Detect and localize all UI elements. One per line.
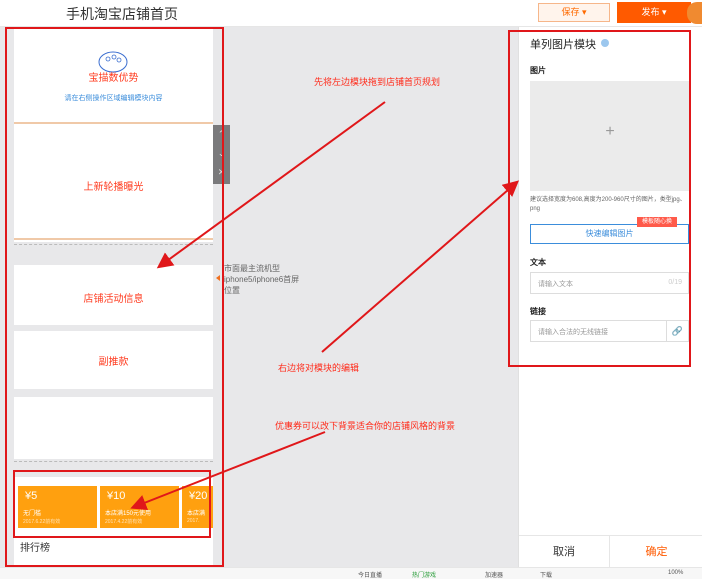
status-bar: 今日直播 热门游戏 加速器 下载 100% [0,567,702,579]
arrow-coupon [130,431,326,511]
annotation-edit-hint: 右边将对模块的编辑 [278,363,360,373]
arrow-edit [321,180,520,353]
status-item[interactable]: 下载 [540,570,552,579]
annotation-drag-hint: 先将左边模块拖到店铺首页规划 [314,77,441,87]
zoom-level[interactable]: 100% [668,570,683,576]
status-item[interactable]: 今日直播 [358,570,382,579]
status-item[interactable]: 加速器 [485,570,503,579]
arrow-drag [156,101,386,269]
annotation-coupon-hint: 优惠券可以改下背景适合你的店铺风格的背景 [275,421,456,431]
status-item[interactable]: 热门游戏 [412,570,436,579]
